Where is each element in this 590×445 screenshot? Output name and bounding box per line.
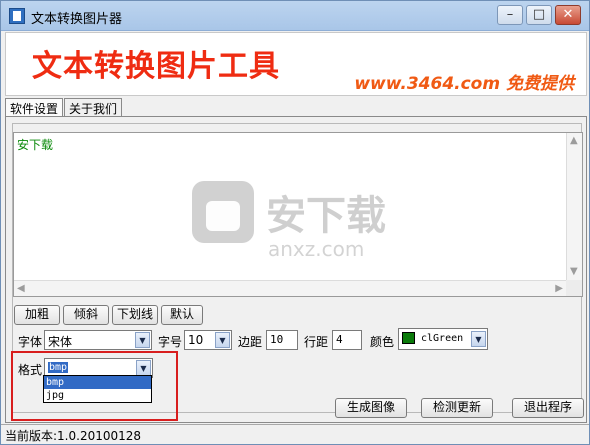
italic-button[interactable]: 倾斜 <box>63 305 109 325</box>
color-swatch <box>402 332 415 344</box>
editor-text[interactable]: 安下载 <box>17 136 53 153</box>
scroll-up-arrow-icon[interactable]: ▲ <box>570 136 578 146</box>
chevron-down-icon[interactable]: ▼ <box>215 332 230 348</box>
tab-bar: 软件设置 关于我们 <box>5 98 123 116</box>
maximize-button[interactable]: □ <box>526 5 552 25</box>
chevron-down-icon[interactable]: ▼ <box>471 331 486 347</box>
watermark-domain: anxz.com <box>268 237 365 261</box>
font-select[interactable]: 宋体 ▼ <box>44 330 152 350</box>
size-label: 字号 <box>158 335 183 349</box>
exit-program-button[interactable]: 退出程序 <box>512 398 584 418</box>
app-icon <box>9 8 25 24</box>
text-editor[interactable]: 安下载 安下载 anxz.com ▲ ▼ ◀ ▶ <box>13 132 583 297</box>
color-label: 颜色 <box>370 335 395 349</box>
watermark-logo-icon <box>192 181 254 243</box>
watermark-title: 安下载 <box>266 193 386 239</box>
color-select[interactable]: clGreen ▼ <box>398 328 488 350</box>
size-value: 10 <box>188 333 204 347</box>
scroll-down-arrow-icon[interactable]: ▼ <box>570 267 578 277</box>
chevron-down-icon[interactable]: ▼ <box>135 332 150 348</box>
tab-software-settings[interactable]: 软件设置 <box>5 98 64 116</box>
color-value: clGreen <box>421 333 464 344</box>
underline-button[interactable]: 下划线 <box>112 305 158 325</box>
tab-about-us[interactable]: 关于我们 <box>64 98 123 116</box>
app-window: 文本转换图片器 – □ ✕ 文本转换图片工具 www.3464.com 免费提供… <box>0 0 590 445</box>
scrollbar-corner <box>566 280 582 296</box>
font-value: 宋体 <box>48 335 73 349</box>
banner-title: 文本转换图片工具 <box>32 49 280 84</box>
banner-subtitle: www.3464.com 免费提供 <box>354 74 574 94</box>
version-text: 当前版本:1.0.20100128 <box>5 429 142 443</box>
scroll-left-arrow-icon[interactable]: ◀ <box>17 284 25 294</box>
minimize-button[interactable]: – <box>497 5 523 25</box>
size-select[interactable]: 10 ▼ <box>184 330 232 350</box>
title-bar[interactable]: 文本转换图片器 – □ ✕ <box>1 1 589 31</box>
watermark: 安下载 anxz.com <box>192 181 422 265</box>
bold-button[interactable]: 加粗 <box>14 305 60 325</box>
generate-image-button[interactable]: 生成图像 <box>335 398 407 418</box>
status-bar: 当前版本:1.0.20100128 <box>1 424 589 444</box>
banner: 文本转换图片工具 www.3464.com 免费提供 <box>5 32 587 96</box>
line-spacing-input[interactable]: 4 <box>332 330 362 350</box>
scroll-right-arrow-icon[interactable]: ▶ <box>555 284 563 294</box>
close-button[interactable]: ✕ <box>555 5 581 25</box>
vertical-scrollbar[interactable]: ▲ ▼ <box>566 133 582 280</box>
window-title: 文本转换图片器 <box>31 12 123 27</box>
highlight-box <box>11 351 178 421</box>
line-spacing-label: 行距 <box>304 335 329 349</box>
font-label: 字体 <box>18 335 43 349</box>
default-button[interactable]: 默认 <box>161 305 203 325</box>
check-update-button[interactable]: 检测更新 <box>421 398 493 418</box>
margin-input[interactable]: 10 <box>266 330 298 350</box>
margin-label: 边距 <box>238 335 263 349</box>
horizontal-scrollbar[interactable]: ◀ ▶ <box>14 280 566 296</box>
